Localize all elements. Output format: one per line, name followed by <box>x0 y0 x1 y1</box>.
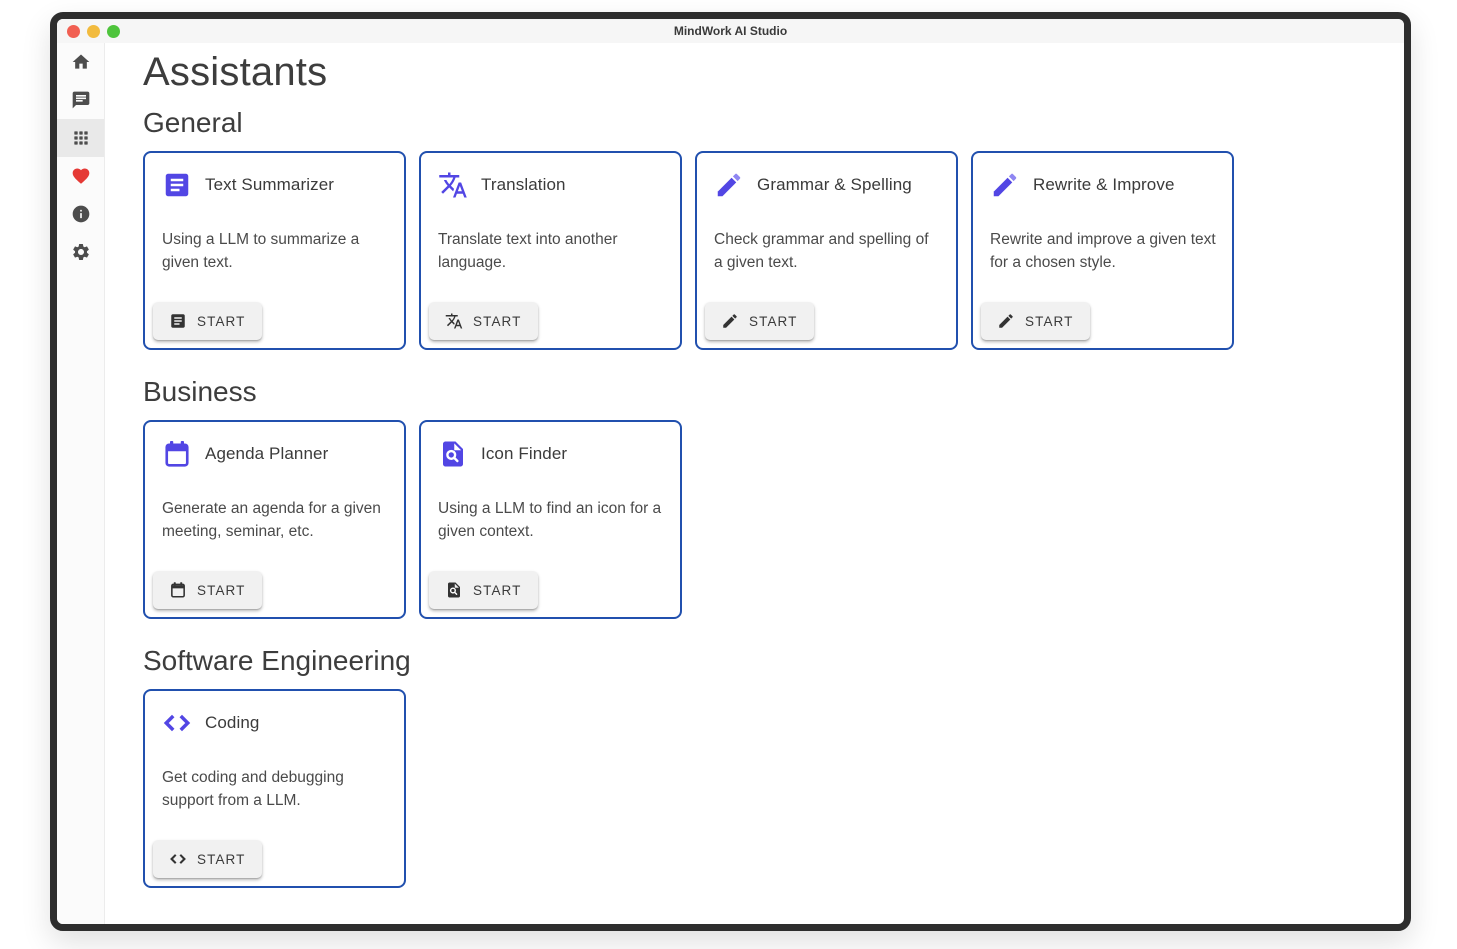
start-button[interactable]: START <box>429 571 538 609</box>
card-title: Icon Finder <box>481 444 567 464</box>
document-icon <box>169 312 187 330</box>
traffic-lights <box>57 25 120 38</box>
window-title: MindWork AI Studio <box>57 24 1404 38</box>
card-description: Generate an agenda for a given meeting, … <box>162 497 388 543</box>
assistant-card: Icon Finder Using a LLM to find an icon … <box>419 420 682 619</box>
document-icon <box>162 170 192 200</box>
sidebar-item-settings[interactable] <box>57 233 104 271</box>
card-description: Rewrite and improve a given text for a c… <box>990 228 1216 274</box>
start-button-label: START <box>197 583 246 598</box>
section-title: Business <box>143 376 1384 408</box>
start-button[interactable]: START <box>705 302 814 340</box>
gear-icon <box>71 242 91 262</box>
code-icon <box>162 708 192 738</box>
pencil-icon <box>714 170 744 200</box>
code-icon <box>169 850 187 868</box>
card-grid: Agenda Planner Generate an agenda for a … <box>143 420 1384 619</box>
start-button[interactable]: START <box>153 571 262 609</box>
card-description: Get coding and debugging support from a … <box>162 766 388 812</box>
info-icon <box>71 204 91 224</box>
assistant-section: General Text Summarizer Using a LLM to s… <box>143 107 1384 350</box>
close-window-button[interactable] <box>67 25 80 38</box>
start-button[interactable]: START <box>981 302 1090 340</box>
titlebar: MindWork AI Studio <box>57 19 1404 43</box>
sidebar-item-chat[interactable] <box>57 81 104 119</box>
pencil-icon <box>990 170 1020 200</box>
translate-icon <box>445 312 463 330</box>
assistant-card: Rewrite & Improve Rewrite and improve a … <box>971 151 1234 350</box>
translate-icon <box>438 170 468 200</box>
page-title: Assistants <box>143 50 1384 95</box>
calendar-icon <box>169 581 187 599</box>
home-icon <box>71 52 91 72</box>
start-button-label: START <box>1025 314 1074 329</box>
sidebar-item-about[interactable] <box>57 195 104 233</box>
pencil-icon <box>997 312 1015 330</box>
start-button[interactable]: START <box>153 302 262 340</box>
start-button-label: START <box>197 852 246 867</box>
start-button-label: START <box>197 314 246 329</box>
card-grid: Text Summarizer Using a LLM to summarize… <box>143 151 1384 350</box>
calendar-icon <box>162 439 192 469</box>
minimize-window-button[interactable] <box>87 25 100 38</box>
card-header: Text Summarizer <box>162 170 388 200</box>
card-grid: Coding Get coding and debugging support … <box>143 689 1384 888</box>
apps-grid-icon <box>71 128 91 148</box>
app-window: MindWork AI Studio Assistants General Te… <box>50 12 1411 931</box>
card-title: Translation <box>481 175 566 195</box>
icon-search-icon <box>445 581 463 599</box>
chat-icon <box>71 90 91 110</box>
card-header: Rewrite & Improve <box>990 170 1216 200</box>
sidebar-item-assistants[interactable] <box>57 119 104 157</box>
assistant-card: Text Summarizer Using a LLM to summarize… <box>143 151 406 350</box>
start-button-label: START <box>473 314 522 329</box>
assistant-card: Grammar & Spelling Check grammar and spe… <box>695 151 958 350</box>
heart-icon <box>71 166 91 186</box>
card-header: Icon Finder <box>438 439 664 469</box>
card-description: Translate text into another language. <box>438 228 664 274</box>
card-description: Using a LLM to find an icon for a given … <box>438 497 664 543</box>
assistant-section: Business Agenda Planner Generate an agen… <box>143 376 1384 619</box>
assistant-section: Software Engineering Coding Get coding a… <box>143 645 1384 888</box>
sidebar <box>57 43 105 924</box>
card-description: Check grammar and spelling of a given te… <box>714 228 940 274</box>
card-header: Grammar & Spelling <box>714 170 940 200</box>
icon-search-icon <box>438 439 468 469</box>
main-content: Assistants General Text Summarizer Using… <box>105 43 1404 924</box>
card-header: Coding <box>162 708 388 738</box>
start-button-label: START <box>473 583 522 598</box>
card-title: Rewrite & Improve <box>1033 175 1175 195</box>
pencil-icon <box>721 312 739 330</box>
zoom-window-button[interactable] <box>107 25 120 38</box>
card-title: Coding <box>205 713 259 733</box>
assistant-card: Translation Translate text into another … <box>419 151 682 350</box>
card-description: Using a LLM to summarize a given text. <box>162 228 388 274</box>
start-button-label: START <box>749 314 798 329</box>
sidebar-item-home[interactable] <box>57 43 104 81</box>
start-button[interactable]: START <box>429 302 538 340</box>
card-title: Grammar & Spelling <box>757 175 912 195</box>
section-title: General <box>143 107 1384 139</box>
assistant-card: Agenda Planner Generate an agenda for a … <box>143 420 406 619</box>
start-button[interactable]: START <box>153 840 262 878</box>
card-title: Text Summarizer <box>205 175 334 195</box>
assistant-card: Coding Get coding and debugging support … <box>143 689 406 888</box>
card-header: Agenda Planner <box>162 439 388 469</box>
sidebar-item-favorites[interactable] <box>57 157 104 195</box>
card-header: Translation <box>438 170 664 200</box>
card-title: Agenda Planner <box>205 444 328 464</box>
section-title: Software Engineering <box>143 645 1384 677</box>
